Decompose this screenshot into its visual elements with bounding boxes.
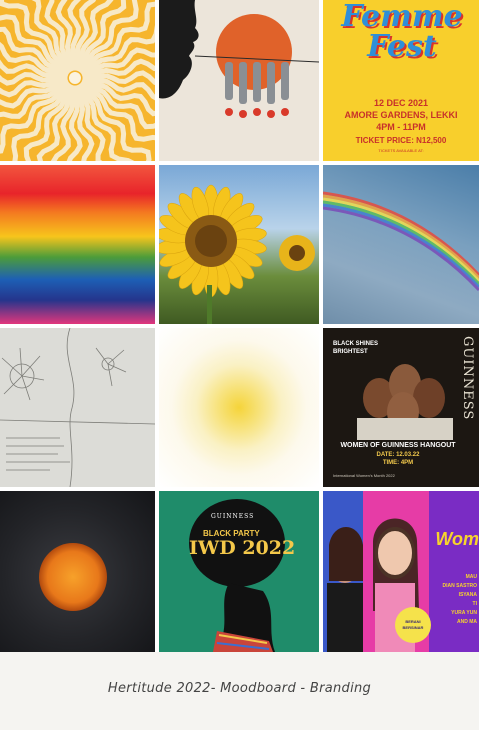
moodboard-caption: Hertitude 2022- Moodboard - Branding	[107, 681, 372, 696]
femme-fest-tickets: TICKETS AVAILABLE AT:	[378, 148, 424, 153]
guinness-date: DATE: 12.03.22	[376, 452, 420, 458]
women-event-names: MAU DIAN SASTRO ISYANA TI YURA YUN AND M…	[442, 574, 477, 625]
sunflower-photo[interactable]	[159, 165, 319, 324]
sun-rays-artwork[interactable]	[0, 0, 155, 161]
femme-fest-time: 4PM - 11PM	[376, 122, 426, 132]
silhouette-graphic	[159, 0, 319, 118]
guinness-tagline: BLACK SHINES BRIGHTEST	[333, 341, 379, 355]
moodboard-grid: Femme Fest 12 DEC 2021 AMORE GARDENS, LE…	[0, 0, 479, 652]
guinness-brand: GUINNESS	[460, 336, 475, 421]
women-event-badge: BERANI BERSINAR	[395, 607, 431, 643]
rainbow-sky-photo[interactable]	[323, 165, 479, 324]
women-event-title: Wom	[435, 529, 479, 549]
sun-rays-graphic	[0, 0, 155, 161]
sunflower-graphic	[159, 184, 315, 324]
rainbow-paint-texture[interactable]	[0, 165, 155, 324]
guinness-headline: WOMEN OF GUINNESS HANGOUT	[340, 442, 456, 449]
iwd-brand: GUINNESS	[211, 513, 255, 520]
femme-fest-price: TICKET PRICE: N12,500	[355, 136, 447, 145]
glowing-sun-illustration[interactable]	[159, 328, 319, 487]
femme-fest-poster[interactable]: Femme Fest 12 DEC 2021 AMORE GARDENS, LE…	[323, 0, 479, 161]
orange-sun-photo[interactable]	[0, 491, 155, 652]
silhouette-bottles-artwork[interactable]	[159, 0, 319, 161]
pencil-sketch[interactable]	[0, 328, 155, 487]
iwd-2022-poster[interactable]: GUINNESS BLACK PARTY IWD 2022	[159, 491, 319, 652]
femme-fest-date: 12 DEC 2021	[373, 98, 429, 108]
guinness-hangout-poster[interactable]: GUINNESS BLACK SHINES BRIGHTEST WOMEN OF…	[323, 328, 479, 487]
sketch-graphic	[0, 328, 155, 487]
guinness-footer: International Women's Month 2022	[333, 473, 395, 478]
guinness-time: TIME: 4PM	[382, 460, 414, 466]
orange-sun-graphic	[39, 543, 107, 611]
femme-fest-title: Femme Fest	[341, 0, 463, 64]
women-event-poster[interactable]: Wom MAU DIAN SASTRO ISYANA TI YURA YUN A…	[323, 491, 479, 652]
femme-fest-venue: AMORE GARDENS, LEKKI	[344, 110, 458, 120]
iwd-title: IWD 2022	[189, 537, 296, 559]
rainbow-arc-graphic	[323, 191, 479, 292]
